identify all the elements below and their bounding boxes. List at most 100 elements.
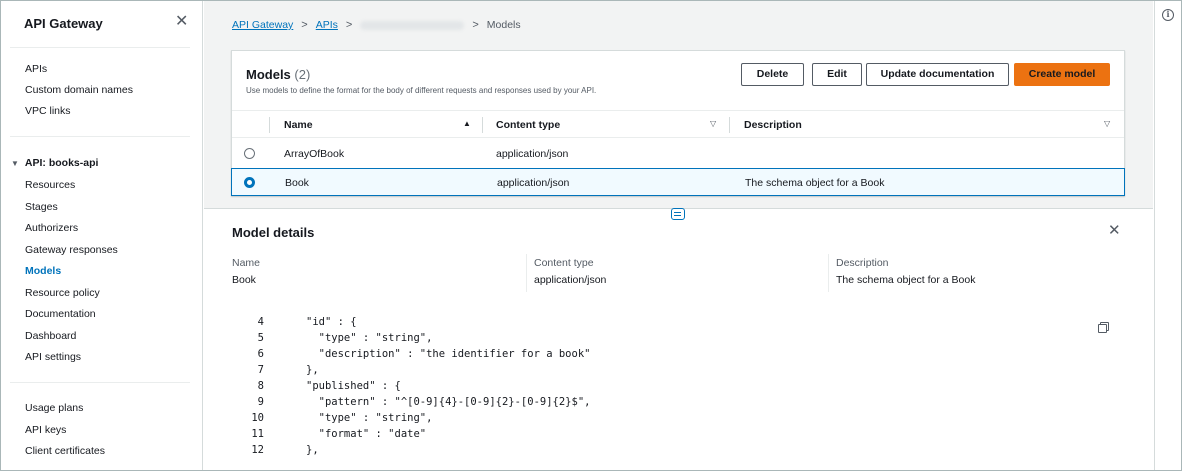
- detail-label-content-type: Content type: [534, 257, 594, 269]
- line-number: 4: [257, 316, 264, 328]
- edit-button[interactable]: Edit: [812, 63, 862, 86]
- code-text: "id" : {: [306, 316, 357, 328]
- code-line: 10 "type" : "string",: [244, 410, 590, 426]
- code-text: "pattern" : "^[0-9]{4}-[0-9]{2}-[0-9]{2}…: [306, 396, 591, 408]
- column-separator: [828, 254, 829, 292]
- sidebar: API Gateway ✕ APIs Custom domain names V…: [1, 1, 203, 470]
- sidebar-item-api-settings[interactable]: API settings: [25, 351, 81, 363]
- sidebar-divider: [10, 47, 190, 48]
- sidebar-item-documentation[interactable]: Documentation: [25, 308, 96, 320]
- code-text: "description" : "the identifier for a bo…: [306, 348, 591, 360]
- caret-down-icon: ▼: [11, 159, 19, 168]
- models-page: API Gateway > APIs > > Models Models (2)…: [204, 1, 1153, 208]
- sidebar-section-api[interactable]: ▼ API: books-api: [11, 157, 98, 169]
- cell-name: ArrayOfBook: [284, 148, 345, 160]
- detail-label-name: Name: [232, 257, 261, 269]
- code-line: 4 "id" : {: [244, 314, 590, 330]
- line-number: 6: [257, 348, 264, 360]
- table-header: Name ▲ Content type ▽ Description ▽: [232, 110, 1124, 138]
- sidebar-item-vpc-links[interactable]: VPC links: [25, 105, 71, 117]
- code-text: "type" : "string",: [306, 412, 433, 424]
- sidebar-item-apis[interactable]: APIs: [25, 63, 47, 75]
- sidebar-item-dashboard[interactable]: Dashboard: [25, 330, 76, 342]
- schema-code-viewer[interactable]: 4 "id" : { 5 "type" : "string", 6 "descri…: [244, 314, 590, 458]
- detail-value-name: Book: [232, 274, 256, 286]
- chevron-right-icon: >: [345, 19, 353, 31]
- sidebar-item-gateway-responses[interactable]: Gateway responses: [25, 244, 118, 256]
- column-separator: [526, 254, 527, 292]
- sidebar-item-client-certificates[interactable]: Client certificates: [25, 445, 105, 457]
- model-count: (2): [294, 67, 311, 82]
- panel-title-text: Models: [246, 67, 291, 82]
- row-radio-button[interactable]: [244, 148, 255, 159]
- update-documentation-button[interactable]: Update documentation: [866, 63, 1009, 86]
- line-number: 11: [251, 428, 264, 440]
- create-model-button[interactable]: Create model: [1014, 63, 1110, 86]
- code-text: },: [306, 444, 319, 456]
- sort-icon[interactable]: ▽: [1104, 119, 1110, 128]
- code-text: "published" : {: [306, 380, 401, 392]
- breadcrumb-apis-link[interactable]: APIs: [316, 19, 338, 31]
- table-row[interactable]: ArrayOfBook application/json: [232, 140, 1124, 168]
- sidebar-item-authorizers[interactable]: Authorizers: [25, 222, 78, 234]
- cell-content-type: application/json: [497, 177, 570, 189]
- column-separator: [482, 117, 483, 133]
- breadcrumb-api-redacted[interactable]: [360, 20, 465, 30]
- info-icon[interactable]: i: [1162, 9, 1174, 21]
- sidebar-divider: [10, 136, 190, 137]
- model-details-panel: Model details ✕ Name Book Content type a…: [204, 208, 1153, 470]
- detail-value-description: The schema object for a Book: [836, 274, 976, 286]
- code-line: 8 "published" : {: [244, 378, 590, 394]
- models-table-panel: Models (2) Use models to define the form…: [231, 50, 1125, 196]
- cell-name: Book: [285, 177, 309, 189]
- code-text: },: [306, 364, 319, 376]
- sidebar-item-usage-plans[interactable]: Usage plans: [25, 402, 83, 414]
- detail-value-content-type: application/json: [534, 274, 607, 286]
- cell-description: The schema object for a Book: [745, 177, 885, 189]
- sort-ascending-icon[interactable]: ▲: [463, 119, 471, 128]
- column-separator: [269, 117, 270, 133]
- sidebar-item-stages[interactable]: Stages: [25, 201, 58, 213]
- sidebar-item-api-keys[interactable]: API keys: [25, 424, 66, 436]
- line-number: 9: [257, 396, 264, 408]
- code-line: 6 "description" : "the identifier for a …: [244, 346, 591, 362]
- code-text: "format" : "date": [306, 428, 427, 440]
- chevron-right-icon: >: [472, 19, 479, 31]
- code-line: 7},: [244, 362, 590, 378]
- table-row-selected[interactable]: Book application/json The schema object …: [231, 168, 1125, 196]
- copy-icon[interactable]: [1098, 322, 1109, 333]
- column-header-content-type[interactable]: Content type: [496, 119, 560, 131]
- chevron-right-icon: >: [301, 19, 308, 31]
- line-number: 5: [257, 332, 264, 344]
- sidebar-item-models[interactable]: Models: [25, 265, 61, 277]
- close-sidebar-icon[interactable]: ✕: [175, 14, 188, 30]
- breadcrumb: API Gateway > APIs > > Models: [232, 19, 521, 31]
- line-number: 12: [251, 444, 264, 456]
- delete-button[interactable]: Delete: [741, 63, 804, 86]
- sidebar-item-custom-domain-names[interactable]: Custom domain names: [25, 84, 133, 96]
- details-title: Model details: [232, 225, 315, 240]
- sidebar-item-resource-policy[interactable]: Resource policy: [25, 287, 100, 299]
- sort-icon[interactable]: ▽: [710, 119, 716, 128]
- sidebar-title: API Gateway: [24, 16, 103, 31]
- cell-content-type: application/json: [496, 148, 569, 160]
- column-header-description[interactable]: Description: [744, 119, 802, 131]
- breadcrumb-api-gateway-link[interactable]: API Gateway: [232, 19, 293, 31]
- close-details-icon[interactable]: ✕: [1108, 223, 1121, 238]
- column-separator: [729, 117, 730, 133]
- code-line: 5 "type" : "string",: [244, 330, 590, 346]
- column-header-name[interactable]: Name: [284, 119, 313, 131]
- panel-title: Models (2): [246, 67, 310, 82]
- code-line: 12},: [244, 442, 590, 458]
- sidebar-item-resources[interactable]: Resources: [25, 179, 75, 191]
- line-number: 7: [257, 364, 264, 376]
- code-line: 11 "format" : "date": [244, 426, 590, 442]
- split-panel-resize-handle[interactable]: [671, 208, 685, 220]
- panel-description: Use models to define the format for the …: [246, 86, 597, 95]
- row-radio-button-selected[interactable]: [244, 177, 255, 188]
- line-number: 8: [257, 380, 264, 392]
- code-text: "type" : "string",: [306, 332, 433, 344]
- sidebar-section-label: API: books-api: [24, 157, 99, 169]
- breadcrumb-current: Models: [486, 19, 521, 31]
- detail-label-description: Description: [836, 257, 889, 269]
